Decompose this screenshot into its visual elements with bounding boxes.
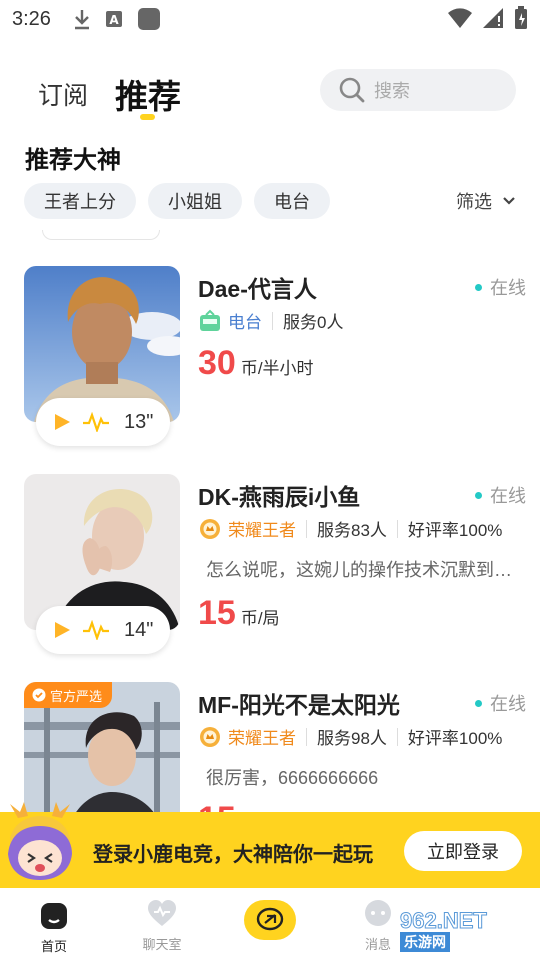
price-unit: 币/局 [240, 609, 280, 628]
chat-bubble-icon [256, 907, 284, 931]
chip-radio[interactable]: 电台 [254, 183, 330, 219]
review-quote: 怎么说呢，这婉儿的操作技术沉默到… [206, 560, 512, 580]
waveform-icon [83, 620, 109, 640]
deer-mascot-icon [8, 802, 72, 880]
nav-center-button[interactable] [244, 900, 296, 940]
online-label: 在线 [490, 694, 526, 714]
chip-king-rank[interactable]: 王者上分 [24, 183, 136, 219]
voice-duration: 14" [124, 618, 154, 641]
official-selected-tag: 官方严选 [24, 682, 113, 708]
service-count: 服务0人 [283, 313, 344, 332]
service-count: 服务98人 [317, 729, 387, 748]
price: 15 币/局 [198, 594, 280, 633]
player-meta: 荣耀王者 服务83人 好评率100% [198, 516, 502, 541]
battery-icon [515, 6, 527, 29]
previous-card-edge [42, 230, 160, 240]
watermark-bottom: 乐游网 [400, 932, 450, 952]
player-card[interactable]: 14" DK-燕雨辰i小鱼 在线 荣耀王者 服务83人 好评率100% 怎么说呢… [0, 474, 540, 674]
search-placeholder: 搜索 [374, 81, 410, 101]
filter-dropdown[interactable]: 筛选 [456, 188, 516, 214]
watermark-top: 962.NET [400, 908, 488, 934]
login-button[interactable]: 立即登录 [404, 831, 522, 871]
price: 30 币/半小时 [198, 344, 314, 383]
rating: 好评率100% [407, 521, 503, 540]
play-icon [55, 414, 70, 430]
status-notification-icons: A [73, 7, 161, 31]
status-time: 3:26 [12, 7, 51, 30]
home-icon [41, 903, 67, 929]
price-unit: 币/半小时 [240, 359, 314, 378]
top-header: 订阅 推荐 搜索 [0, 60, 540, 124]
section-title: 推荐大神 [25, 147, 121, 174]
nav-home[interactable]: 首页 [19, 888, 89, 960]
rating: 好评率100% [407, 729, 503, 748]
king-rank-badge-icon [200, 518, 220, 539]
svg-text:A: A [109, 13, 119, 27]
online-label: 在线 [490, 278, 526, 298]
banner-text: 登录小鹿电竞，大神陪你一起玩 [93, 844, 373, 866]
nav-messages-label: 消息 [364, 937, 391, 952]
player-meta: 电台 服务0人 [198, 308, 343, 333]
category-label: 荣耀王者 [228, 729, 296, 748]
online-label: 在线 [490, 486, 526, 506]
site-watermark: 962.NET 乐游网 [400, 908, 538, 960]
tab-subscribe[interactable]: 订阅 [38, 76, 88, 112]
search-input[interactable]: 搜索 [320, 69, 516, 111]
status-system-icons [448, 6, 528, 30]
category-label: 电台 [228, 313, 262, 332]
signal-icon [483, 8, 503, 28]
voice-intro-button[interactable]: 13" [36, 398, 170, 446]
price-value: 30 [198, 344, 236, 382]
wifi-icon [448, 8, 472, 28]
chip-young-lady[interactable]: 小姐姐 [148, 183, 242, 219]
online-status: 在线 [475, 482, 526, 508]
online-status: 在线 [475, 274, 526, 300]
official-tag-label: 官方严选 [50, 688, 103, 704]
active-tab-indicator [140, 114, 155, 120]
nav-chatroom-label: 聊天室 [142, 937, 182, 952]
search-icon [339, 77, 365, 103]
service-count: 服务83人 [317, 521, 387, 540]
player-name: Dae-代言人 [198, 276, 317, 302]
player-name: MF-阳光不是太阳光 [198, 692, 400, 718]
voice-duration: 13" [124, 410, 154, 433]
category-chips: 王者上分 小姐姐 电台 [24, 183, 330, 219]
filter-label: 筛选 [456, 192, 492, 212]
status-bar: 3:26 A [0, 0, 540, 38]
online-dot [475, 491, 482, 499]
meta-divider [396, 519, 398, 538]
play-icon [55, 622, 70, 638]
online-dot [475, 283, 482, 291]
player-name: DK-燕雨辰i小鱼 [198, 484, 361, 510]
login-banner[interactable]: 登录小鹿电竞，大神陪你一起玩 立即登录 [0, 802, 540, 888]
player-card[interactable]: 13" Dae-代言人 在线 电台 服务0人 30 币/半小时 [0, 266, 540, 466]
tab-recommend[interactable]: 推荐 [115, 70, 181, 118]
king-rank-badge-icon [200, 726, 220, 747]
review-quote: 很厉害，6666666666 [206, 768, 379, 788]
meta-divider [306, 519, 307, 538]
voice-intro-button[interactable]: 14" [36, 606, 170, 654]
download-icon [74, 10, 89, 30]
meta-divider [306, 727, 307, 746]
nav-home-label: 首页 [40, 939, 67, 954]
bottom-nav: 首页 聊天室 消息 962.NET 乐游网 [0, 888, 540, 960]
check-badge-icon [32, 688, 46, 702]
meta-divider [272, 311, 273, 330]
waveform-icon [83, 412, 109, 432]
meta-divider [396, 727, 398, 746]
category-label: 荣耀王者 [228, 521, 296, 540]
chevron-down-icon [503, 197, 515, 205]
player-meta: 荣耀王者 服务98人 好评率100% [198, 724, 502, 749]
price-value: 15 [198, 594, 236, 632]
keyboard-a-icon: A [105, 11, 122, 27]
app-square-icon [137, 8, 160, 30]
online-dot [475, 699, 482, 707]
chatroom-heart-icon [148, 900, 176, 926]
nav-chatroom[interactable]: 聊天室 [127, 888, 197, 960]
radio-icon [200, 309, 220, 331]
message-icon [365, 900, 391, 926]
online-status: 在线 [475, 690, 526, 716]
